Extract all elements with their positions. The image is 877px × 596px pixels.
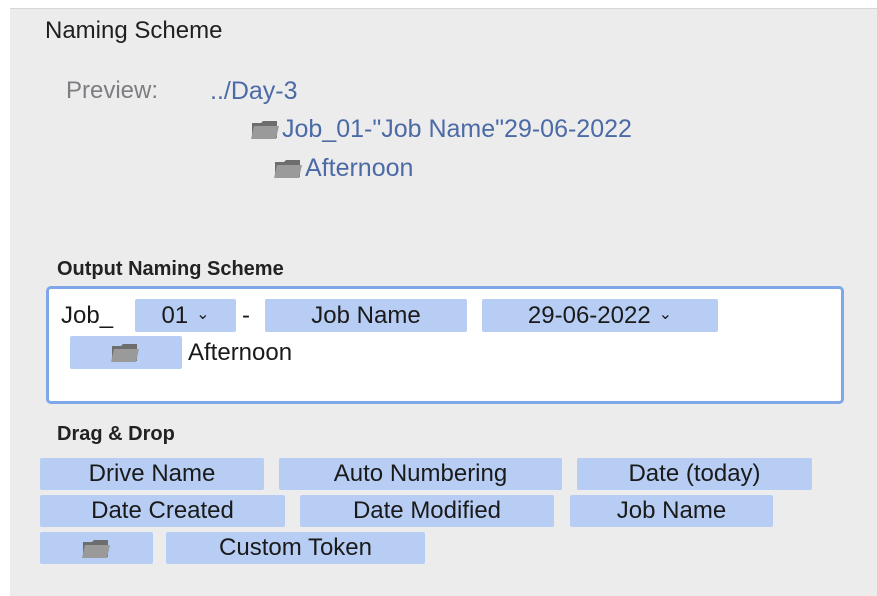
- preview-folder-row-1: Job_01-"Job Name"29-06-2022: [250, 115, 632, 144]
- preview-folder-row-2: Afternoon: [273, 154, 413, 183]
- auto-numbering-token[interactable]: Auto Numbering: [279, 458, 562, 490]
- folder-icon: [250, 118, 280, 141]
- scheme-prefix-text[interactable]: Job_: [61, 302, 113, 330]
- auto-number-token-dropdown[interactable]: 01 ⌄: [135, 299, 236, 332]
- chevron-down-icon: ⌄: [658, 306, 673, 324]
- custom-token[interactable]: Custom Token: [166, 532, 425, 564]
- date-token-dropdown[interactable]: 29-06-2022 ⌄: [482, 299, 718, 332]
- folder-token[interactable]: [40, 532, 153, 564]
- chevron-down-icon: ⌄: [196, 306, 210, 324]
- date-value: 29-06-2022: [527, 302, 651, 329]
- folder-icon: [109, 341, 141, 364]
- scheme-separator[interactable]: -: [242, 302, 250, 330]
- preview-label: Preview:: [66, 77, 159, 104]
- date-created-token[interactable]: Date Created: [40, 495, 285, 527]
- output-naming-scheme-title: Output Naming Scheme: [57, 258, 284, 280]
- drive-name-token[interactable]: Drive Name: [40, 458, 264, 490]
- folder-icon: [273, 157, 303, 180]
- job-name-drag-token[interactable]: Job Name: [570, 495, 773, 527]
- preview-path-text: ../Day-3: [210, 77, 298, 105]
- date-modified-token[interactable]: Date Modified: [300, 495, 554, 527]
- preview-folder-1-name: Job_01-"Job Name"29-06-2022: [282, 115, 632, 143]
- subfolder-name-text[interactable]: Afternoon: [188, 339, 292, 367]
- folder-icon: [80, 537, 112, 560]
- naming-scheme-title: Naming Scheme: [45, 17, 223, 44]
- number-value: 01: [161, 302, 189, 329]
- job-name-token[interactable]: Job Name: [265, 299, 467, 332]
- subfolder-token[interactable]: [70, 336, 182, 369]
- drag-drop-title: Drag & Drop: [57, 423, 175, 445]
- date-today-token[interactable]: Date (today): [577, 458, 812, 490]
- preview-path: ../Day-3: [210, 77, 298, 106]
- preview-folder-2-name: Afternoon: [305, 154, 414, 182]
